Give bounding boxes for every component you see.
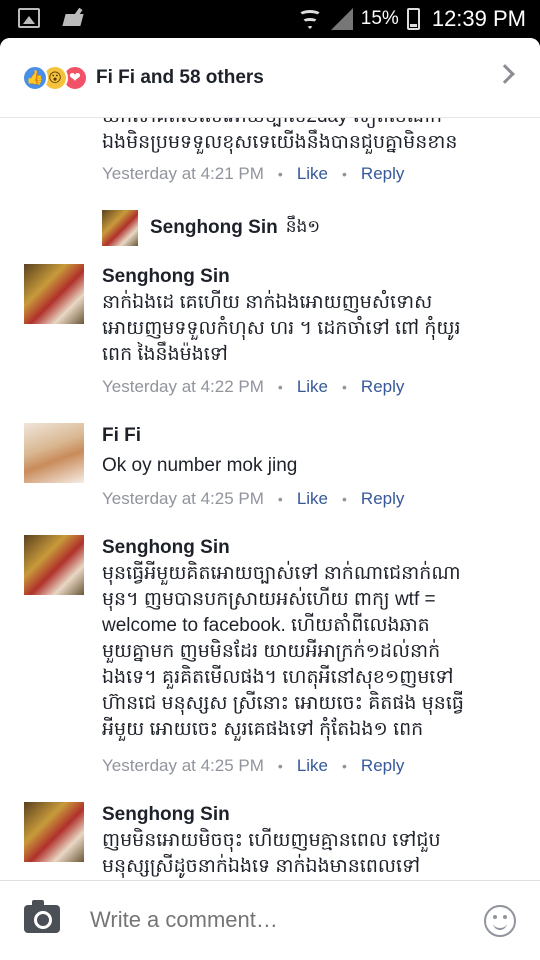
comment-meta: Yesterday at 4:25 PM • Like • Reply bbox=[102, 756, 404, 776]
comment-author-name[interactable]: Fi Fi bbox=[102, 423, 522, 449]
like-link[interactable]: Like bbox=[297, 377, 328, 397]
reply-link[interactable]: Reply bbox=[361, 756, 404, 776]
separator-dot: • bbox=[277, 758, 283, 774]
reply-snippet: នឹង១ bbox=[285, 216, 321, 236]
comment-line: ហ៊ានជេ មនុស្សស ស្រីនោះ អោយចេះ គិតផង មុនធ… bbox=[102, 693, 464, 714]
comment-timestamp: Yesterday at 4:25 PM bbox=[102, 489, 264, 508]
battery-icon bbox=[406, 8, 420, 30]
separator-dot: • bbox=[277, 379, 283, 395]
separator-dot: • bbox=[342, 491, 347, 507]
comment-line: មុន។ ញមបានបកស្រាយអស់ហើយ ពាក្យ wtf = bbox=[102, 589, 436, 610]
reply-author-name[interactable]: Senghong Sin bbox=[150, 217, 278, 239]
comment-line: មួយគ្នាមក ញមមិនដែរ យាយអីអាក្រក់១ដល់នាក់ bbox=[102, 641, 441, 662]
like-link[interactable]: Like bbox=[297, 164, 328, 184]
comment-timestamp: Yesterday at 4:21 PM bbox=[102, 164, 264, 183]
comment-author-name[interactable]: Senghong Sin bbox=[102, 264, 522, 290]
camera-icon[interactable] bbox=[24, 900, 60, 933]
reactions-summary-bar[interactable]: 👍 😮 ❤ Fi Fi and 58 others bbox=[0, 38, 540, 118]
comment-input[interactable] bbox=[90, 907, 450, 933]
comment-line: អីមួយ អោយចេះ សួរគេផងទៅ កុំតែឯង១ ពេក bbox=[102, 719, 424, 740]
comment-line: Ok oy number mok jing bbox=[102, 455, 298, 476]
comment-line: welcome to facebook. ហើយតាំពីលេងឆាត bbox=[102, 615, 430, 636]
comment-line: នាក់ឯងដេ គេហើយ នាក់ឯងអោយញមសំទោស bbox=[102, 292, 433, 313]
collapsed-reply[interactable]: Senghong Sin នឹង១ bbox=[102, 210, 320, 246]
comment-line: មុនធ្វើអីមួយគិតអោយច្បាស់ទៅ នាក់ណាជេនាក់ណ… bbox=[102, 563, 461, 584]
separator-dot: • bbox=[342, 379, 347, 395]
comment-timestamp: Yesterday at 4:22 PM bbox=[102, 377, 264, 396]
like-link[interactable]: Like bbox=[297, 489, 328, 509]
status-bar: 15% 12:39 PM bbox=[0, 0, 540, 38]
chevron-right-icon[interactable] bbox=[495, 64, 515, 84]
comment-composer bbox=[0, 880, 540, 960]
separator-dot: • bbox=[277, 166, 283, 182]
separator-dot: • bbox=[277, 491, 283, 507]
reactions-summary-text[interactable]: Fi Fi and 58 others bbox=[96, 67, 264, 89]
comment-text-clipped: យកទៅគិតមេលេអោយច្បាស់2day ទៀតបេណក ឯងមិនប្… bbox=[102, 118, 522, 156]
battery-percent: 15% bbox=[360, 8, 399, 29]
comment-line: មនុស្សស្រីដូចនាក់ឯងទេ នាក់ឯងមានពេលទៅ bbox=[102, 856, 421, 877]
comment-meta: Yesterday at 4:21 PM • Like • Reply bbox=[102, 164, 404, 184]
wifi-icon bbox=[297, 8, 323, 30]
separator-dot: • bbox=[342, 166, 347, 182]
comments-panel: 👍 😮 ❤ Fi Fi and 58 others យកទៅគិតមេលេអោយ… bbox=[0, 38, 540, 960]
reply-link[interactable]: Reply bbox=[361, 489, 404, 509]
avatar[interactable] bbox=[24, 802, 84, 862]
comment-line: ឯងមិនប្រមទទួលខុសទេយើងនឹងបានជួបគ្នាមិនខាន bbox=[102, 132, 458, 153]
sticker-smiley-icon[interactable] bbox=[484, 905, 516, 937]
comment-author-name[interactable]: Senghong Sin bbox=[102, 535, 522, 561]
clock: 12:39 PM bbox=[431, 6, 526, 31]
broom-icon bbox=[62, 8, 86, 30]
comment-line: អោយញមទទួលកំហុស ហរ ។ ដេកចាំទៅ ពៅ កុំយូរ bbox=[102, 318, 461, 339]
comment-meta: Yesterday at 4:22 PM • Like • Reply bbox=[102, 377, 404, 397]
avatar[interactable] bbox=[24, 423, 84, 483]
avatar[interactable] bbox=[24, 535, 84, 595]
reply-link[interactable]: Reply bbox=[361, 377, 404, 397]
avatar[interactable] bbox=[24, 264, 84, 324]
reply-link[interactable]: Reply bbox=[361, 164, 404, 184]
comment-timestamp: Yesterday at 4:25 PM bbox=[102, 756, 264, 775]
separator-dot: • bbox=[342, 758, 347, 774]
signal-icon bbox=[330, 8, 353, 30]
comment-author-name[interactable]: Senghong Sin bbox=[102, 802, 522, 828]
comment-meta: Yesterday at 4:25 PM • Like • Reply bbox=[102, 489, 404, 509]
comment-line: ពេក ងៃនឹងម៉ងទៅ bbox=[102, 344, 228, 365]
comment-list[interactable]: យកទៅគិតមេលេអោយច្បាស់2day ទៀតបេណក ឯងមិនប្… bbox=[0, 118, 540, 880]
comment-line: ញមមិនអោយមិចចុះ ហើយញមគ្មានពេល ទៅជួប bbox=[102, 830, 441, 851]
like-link[interactable]: Like bbox=[297, 756, 328, 776]
comment-line: យកទៅគិតមេលេអោយច្បាស់2day ទៀតបេណក bbox=[102, 118, 522, 130]
gallery-icon bbox=[18, 8, 40, 28]
avatar[interactable] bbox=[102, 210, 138, 246]
like-reaction-icon: 👍 bbox=[22, 64, 48, 91]
comment-line: ឯងទេ។ គួរគិតមើលផង។ ហេតុអីនៅសុខ១ញមទៅ bbox=[102, 667, 454, 688]
